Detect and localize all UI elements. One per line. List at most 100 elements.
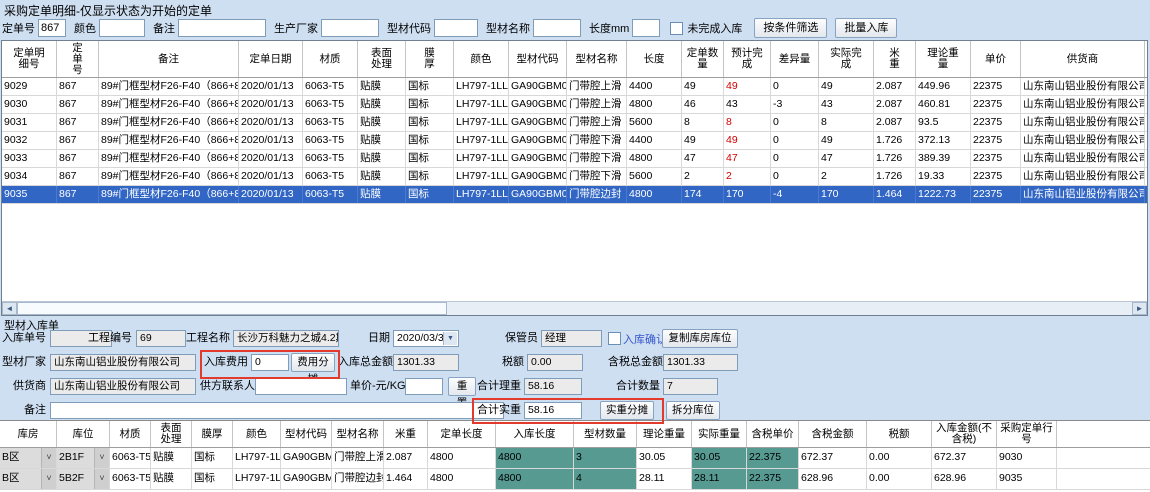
cell[interactable]: 国标 xyxy=(192,448,233,468)
cell[interactable]: 5B2F˅ xyxy=(57,469,110,489)
inbound-confirm-checkbox[interactable] xyxy=(608,332,621,345)
column-header[interactable]: 差异量 xyxy=(771,41,819,77)
cell[interactable]: 5600 xyxy=(627,114,682,131)
cell[interactable]: 8 xyxy=(819,114,874,131)
cell[interactable]: 49 xyxy=(682,132,724,149)
column-header[interactable]: 表面 处理 xyxy=(358,41,406,77)
cell[interactable]: 山东南山铝业股份有限公司 xyxy=(1021,78,1145,95)
cell[interactable]: 贴膜 xyxy=(358,186,406,203)
cell[interactable]: 2020/01/13 xyxy=(239,168,303,185)
cell[interactable]: GA90GBM04 xyxy=(509,132,567,149)
cell[interactable]: 山东南山铝业股份有限公司 xyxy=(1021,132,1145,149)
total-with-tax-field[interactable]: 1301.33 xyxy=(663,354,738,371)
cell[interactable]: 22375 xyxy=(971,78,1021,95)
cell[interactable]: 4800 xyxy=(496,469,574,489)
cell[interactable]: -4 xyxy=(771,186,819,203)
dropdown-arrow-icon[interactable]: ˅ xyxy=(94,448,109,468)
cell[interactable]: 49 xyxy=(724,132,771,149)
cell[interactable]: 门带腔上滑 xyxy=(332,448,384,468)
cell[interactable]: 89#门框型材F26-F40（866+867） xyxy=(99,96,239,113)
cell[interactable]: 9030 xyxy=(997,448,1057,468)
cell[interactable]: 22375 xyxy=(971,114,1021,131)
date-dropdown-icon[interactable]: ▼ xyxy=(443,332,457,345)
cell[interactable]: 9034 xyxy=(2,168,57,185)
cell[interactable]: 672.37 xyxy=(932,448,997,468)
cell[interactable]: 4800 xyxy=(428,469,496,489)
filter-by-condition-button[interactable]: 按条件筛选 xyxy=(754,18,827,38)
cell[interactable]: GA90GBM04 xyxy=(509,168,567,185)
cell[interactable]: 49 xyxy=(724,78,771,95)
table-row[interactable]: B区˅5B2F˅6063-T5贴膜国标LH797-1LL0GA90GBM05门带… xyxy=(0,469,1150,490)
column-header[interactable]: 膜厚 xyxy=(192,421,233,447)
cell[interactable]: 2020/01/13 xyxy=(239,132,303,149)
cell[interactable]: GA90GBM05 xyxy=(509,186,567,203)
cell[interactable]: 47 xyxy=(682,150,724,167)
tax-field[interactable]: 0.00 xyxy=(527,354,583,371)
cell[interactable]: 国标 xyxy=(406,114,454,131)
unit-price-field[interactable] xyxy=(405,378,443,395)
cell[interactable]: 门带腔下滑 xyxy=(567,168,627,185)
project-name-field[interactable]: 长沙万科魅力之城4.2期 xyxy=(233,330,339,347)
cell[interactable]: 门带腔上滑 xyxy=(567,96,627,113)
total-theory-field[interactable]: 58.16 xyxy=(524,378,582,395)
column-header[interactable]: 库位 xyxy=(57,421,110,447)
cell[interactable]: 389.39 xyxy=(916,150,971,167)
cell[interactable]: 山东南山铝业股份有限公司 xyxy=(1021,186,1145,203)
cell[interactable]: 22.375 xyxy=(747,469,799,489)
cell[interactable]: LH797-1LL0 xyxy=(454,150,509,167)
cell[interactable]: 4800 xyxy=(627,186,682,203)
cell[interactable]: LH797-1LL0 xyxy=(454,186,509,203)
copy-warehouse-button[interactable]: 复制库房库位 xyxy=(662,329,738,348)
table-row[interactable]: 903586789#门框型材F26-F40（866+867）2020/01/13… xyxy=(2,186,1147,204)
cell[interactable]: GA90GBM04 xyxy=(509,150,567,167)
cell[interactable]: 867 xyxy=(57,168,99,185)
cell[interactable]: GA90GBM03 xyxy=(509,78,567,95)
color-input[interactable] xyxy=(99,19,145,37)
column-header[interactable]: 定 单 号 xyxy=(57,41,99,77)
cell[interactable]: 9029 xyxy=(2,78,57,95)
column-header[interactable]: 定单明 细号 xyxy=(2,41,57,77)
cell[interactable]: 49 xyxy=(682,78,724,95)
cell[interactable]: 2020/01/13 xyxy=(239,114,303,131)
cell[interactable]: 门带腔下滑 xyxy=(567,132,627,149)
cell[interactable]: 2 xyxy=(819,168,874,185)
cell[interactable]: 山东南山铝业股份有限公司 xyxy=(1021,150,1145,167)
cell[interactable]: 867 xyxy=(57,150,99,167)
cell[interactable]: 山东南山铝业股份有限公司 xyxy=(1021,114,1145,131)
column-header[interactable]: 单价 xyxy=(971,41,1021,77)
cell[interactable]: 49 xyxy=(819,78,874,95)
cell[interactable]: 4400 xyxy=(627,78,682,95)
keeper-field[interactable]: 经理 xyxy=(541,330,602,347)
cell[interactable]: LH797-1LL0 xyxy=(233,469,281,489)
dropdown-arrow-icon[interactable]: ˅ xyxy=(94,469,109,489)
cell[interactable]: 672.37 xyxy=(799,448,867,468)
cell[interactable]: 国标 xyxy=(192,469,233,489)
cell[interactable]: 0.00 xyxy=(867,448,932,468)
cell[interactable]: 9033 xyxy=(2,150,57,167)
remark-input[interactable] xyxy=(178,19,266,37)
cell[interactable]: 贴膜 xyxy=(358,150,406,167)
cell[interactable]: 门带腔边封 xyxy=(567,186,627,203)
cell[interactable]: 174 xyxy=(682,186,724,203)
cell[interactable]: 8 xyxy=(682,114,724,131)
cell[interactable]: 2.087 xyxy=(874,78,916,95)
cell[interactable]: 30.05 xyxy=(637,448,692,468)
cell[interactable]: 867 xyxy=(57,132,99,149)
column-header[interactable]: 米重 xyxy=(384,421,428,447)
fee-allocate-button[interactable]: 费用分摊 xyxy=(291,353,335,372)
scrollbar-thumb[interactable] xyxy=(17,302,447,315)
cell[interactable]: 49 xyxy=(819,132,874,149)
cell[interactable]: 门带腔上滑 xyxy=(567,78,627,95)
cell[interactable]: 6063-T5 xyxy=(303,168,358,185)
table-row[interactable]: 903286789#门框型材F26-F40（866+867）2020/01/13… xyxy=(2,132,1147,150)
cell[interactable]: 1.726 xyxy=(874,168,916,185)
cell[interactable]: B区˅ xyxy=(0,448,57,468)
cell[interactable]: 贴膜 xyxy=(358,78,406,95)
batch-inbound-button[interactable]: 批量入库 xyxy=(835,18,897,38)
column-header[interactable]: 税额 xyxy=(867,421,932,447)
cell[interactable]: 0 xyxy=(771,132,819,149)
cell[interactable]: 89#门框型材F26-F40（866+867） xyxy=(99,168,239,185)
cell[interactable]: 门带腔下滑 xyxy=(567,150,627,167)
actual-allocate-button[interactable]: 实重分摊 xyxy=(600,401,654,420)
cell[interactable]: 2 xyxy=(724,168,771,185)
